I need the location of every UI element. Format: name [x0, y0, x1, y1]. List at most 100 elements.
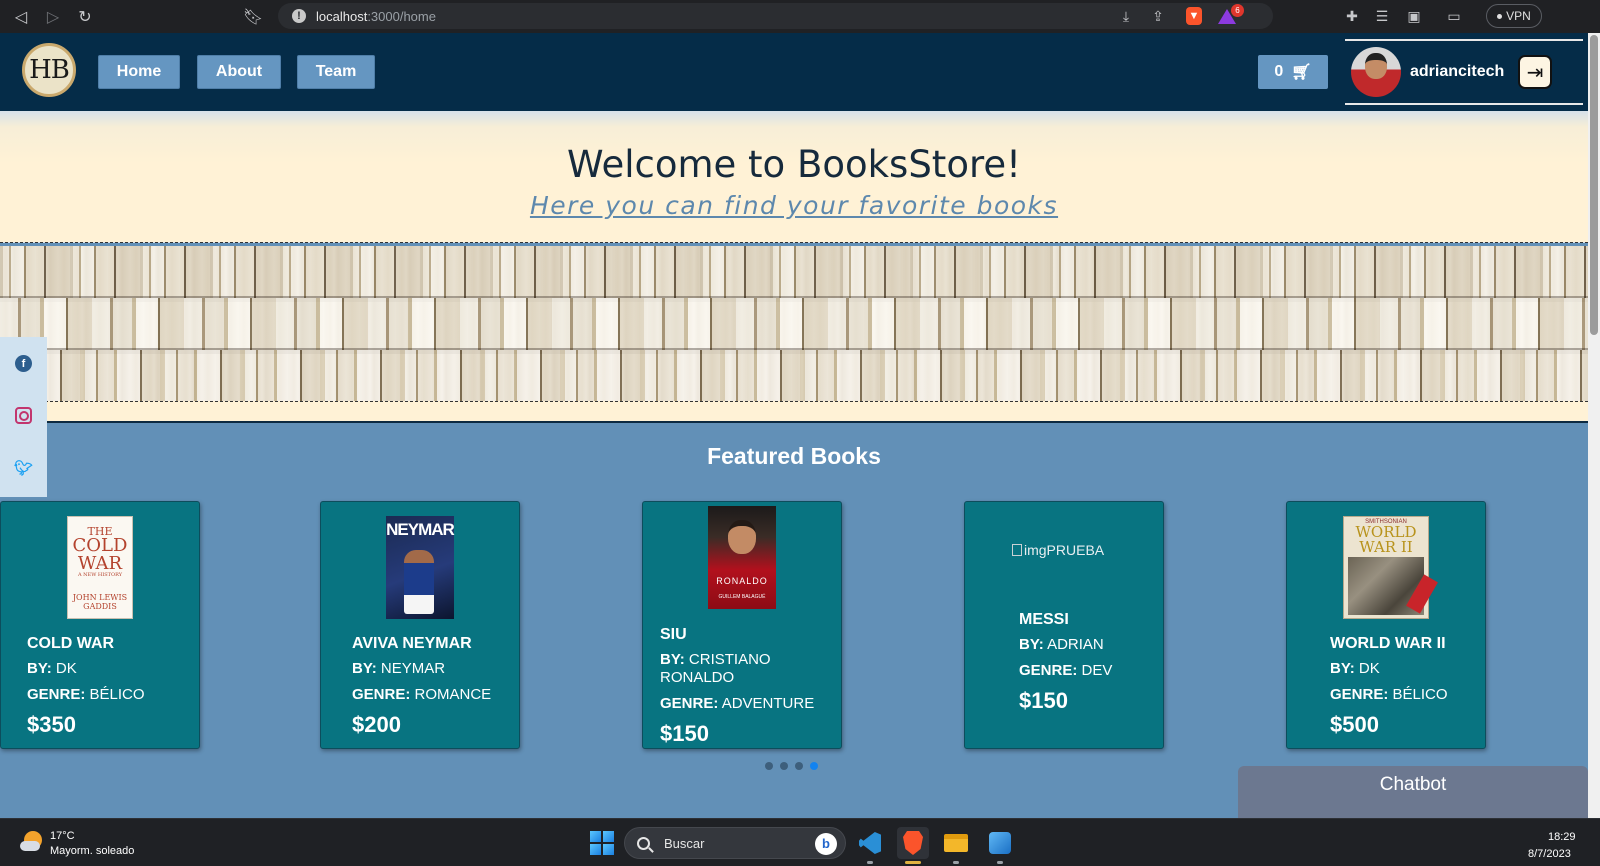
brave-browser-icon[interactable] — [897, 827, 929, 859]
logout-button[interactable]: ⇥ — [1518, 55, 1552, 89]
book-card[interactable]: THE COLD WAR A NEW HISTORY JOHN LEWIS GA… — [0, 501, 200, 749]
weather-description[interactable]: Mayorm. soleado — [50, 845, 134, 857]
book-genre: GENRE: BÉLICO — [27, 686, 145, 703]
clock-time[interactable]: 18:29 — [1548, 831, 1576, 843]
logo[interactable]: HB — [22, 43, 76, 97]
genre-label: GENRE: — [660, 695, 719, 712]
facebook-icon[interactable]: f — [15, 355, 32, 372]
install-icon[interactable]: ⤓ — [1116, 6, 1136, 26]
page-viewport: HB Home About Team 0 🛒︎ adriancitech ⇥ W… — [0, 33, 1588, 818]
carousel-dot[interactable] — [780, 762, 788, 770]
genre-label: GENRE: — [352, 686, 411, 703]
cover-text: COLD WAR — [72, 535, 128, 574]
app-active-indicator — [905, 861, 921, 864]
reading-list-icon[interactable]: ☰ — [1372, 6, 1392, 26]
hero-subtitle[interactable]: Here you can find your favorite books — [0, 191, 1588, 220]
photos-icon[interactable] — [984, 827, 1016, 859]
book-cover: THE COLD WAR A NEW HISTORY JOHN LEWIS GA… — [67, 516, 133, 619]
book-author: BY: NEYMAR — [352, 660, 445, 677]
site-info-icon[interactable]: ! — [292, 9, 306, 23]
share-icon[interactable]: ⇪ — [1148, 6, 1168, 26]
browser-toolbar: ◁ ▷ ↻ 🔖︎ ! localhost:3000/home ⤓ ⇪ ▼ 6 ✚… — [0, 0, 1600, 33]
extensions-icon[interactable]: ✚ — [1342, 6, 1362, 26]
genre-value: BÉLICO — [1392, 686, 1448, 703]
genre-value: ADVENTURE — [721, 695, 815, 712]
nav-about-button[interactable]: About — [197, 55, 281, 89]
scrollbar-thumb[interactable] — [1590, 35, 1598, 335]
clock-date[interactable]: 8/7/2023 — [1528, 848, 1571, 860]
author-label: BY: — [1330, 660, 1355, 677]
bookmark-icon[interactable]: 🔖︎ — [242, 6, 264, 28]
url-host: localhost — [316, 8, 368, 24]
brave-shields-icon[interactable]: ▼ — [1186, 7, 1202, 25]
windows-start-icon[interactable] — [590, 831, 614, 855]
book-genre: GENRE: ADVENTURE — [660, 695, 814, 712]
carousel-dot[interactable] — [795, 762, 803, 770]
vpn-label: VPN — [1506, 9, 1531, 23]
reload-icon[interactable]: ↻ — [74, 6, 96, 28]
cover-text: A NEW HISTORY — [77, 572, 123, 578]
cover-text: WORLD WAR II — [1355, 523, 1417, 556]
vpn-status-dot — [1497, 13, 1503, 19]
forward-icon[interactable]: ▷ — [42, 6, 64, 28]
page-scrollbar[interactable] — [1588, 33, 1600, 818]
wallet-icon[interactable]: ▭ — [1444, 6, 1464, 26]
chatbot-button[interactable]: Chatbot — [1238, 766, 1588, 818]
user-menu: adriancitech ⇥ — [1345, 39, 1583, 105]
vscode-icon[interactable] — [854, 827, 886, 859]
book-cover: RONALDO GUILLEM BALAGUÉ — [708, 506, 776, 609]
cover-text: RONALDO — [716, 576, 768, 586]
social-sidebar: f 🐦︎ — [0, 337, 47, 497]
genre-label: GENRE: — [1019, 662, 1078, 679]
author-label: BY: — [352, 660, 377, 677]
book-price: $350 — [27, 712, 76, 737]
hero-title: Welcome to BooksStore! — [567, 143, 1021, 186]
cover-text: JOHN LEWIS GADDIS — [72, 593, 128, 611]
book-title: SIU — [660, 626, 687, 643]
broken-image-icon — [1012, 544, 1022, 556]
avatar[interactable] — [1351, 47, 1401, 97]
windows-taskbar: 17°C Mayorm. soleado Buscar b 18:29 8/7/… — [0, 818, 1600, 866]
user-name: adriancitech — [1410, 63, 1505, 80]
nav-team-button[interactable]: Team — [297, 55, 375, 89]
cart-count: 0 — [1274, 63, 1284, 80]
book-card[interactable]: imgPRUEBA MESSI BY: ADRIAN GENRE: DEV $1… — [964, 501, 1164, 749]
url-text: localhost:3000/home — [316, 9, 436, 24]
taskbar-search[interactable]: Buscar b — [624, 827, 846, 859]
app-running-indicator — [953, 861, 959, 864]
book-card[interactable]: SMITHSONIAN WORLD WAR II WORLD WAR II BY… — [1286, 501, 1486, 749]
book-author: BY: ADRIAN — [1019, 636, 1104, 653]
weather-temperature[interactable]: 17°C — [50, 830, 75, 842]
nav-home-button[interactable]: Home — [98, 55, 180, 89]
cover-text: GUILLEM BALAGUÉ — [718, 594, 766, 600]
book-card[interactable]: NEYMAR AVIVA NEYMAR BY: NEYMAR GENRE: RO… — [320, 501, 520, 749]
rewards-badge: 6 — [1231, 4, 1244, 17]
author-label: BY: — [1019, 636, 1044, 653]
bing-icon[interactable]: b — [815, 833, 837, 855]
genre-label: GENRE: — [27, 686, 86, 703]
file-explorer-icon[interactable] — [940, 827, 972, 859]
book-cover: NEYMAR — [386, 516, 455, 619]
weather-icon[interactable] — [20, 829, 44, 853]
book-genre: GENRE: DEV — [1019, 662, 1112, 679]
back-icon[interactable]: ◁ — [10, 6, 32, 28]
sidebar-icon[interactable]: ▣ — [1404, 6, 1424, 26]
book-price: $150 — [660, 721, 709, 746]
instagram-icon[interactable] — [15, 407, 32, 424]
book-genre: GENRE: ROMANCE — [352, 686, 491, 703]
url-path: :3000/home — [367, 8, 436, 24]
cover-alt-text: imgPRUEBA — [1024, 542, 1105, 558]
cart-button[interactable]: 0 🛒︎ — [1258, 55, 1328, 89]
navbar: HB Home About Team 0 🛒︎ adriancitech ⇥ — [0, 33, 1588, 111]
banner-divider — [0, 401, 1588, 423]
search-placeholder: Buscar — [664, 835, 705, 851]
carousel-dot-active[interactable] — [810, 762, 818, 770]
vpn-button[interactable]: VPN — [1486, 4, 1542, 28]
book-card[interactable]: RONALDO GUILLEM BALAGUÉ SIU BY: CRISTIAN… — [642, 501, 842, 749]
genre-value: BÉLICO — [89, 686, 145, 703]
book-price: $500 — [1330, 712, 1379, 737]
carousel-dot[interactable] — [765, 762, 773, 770]
brave-rewards-icon[interactable]: 6 — [1218, 4, 1244, 24]
book-title: COLD WAR — [27, 635, 115, 652]
book-title: AVIVA NEYMAR — [352, 635, 472, 652]
